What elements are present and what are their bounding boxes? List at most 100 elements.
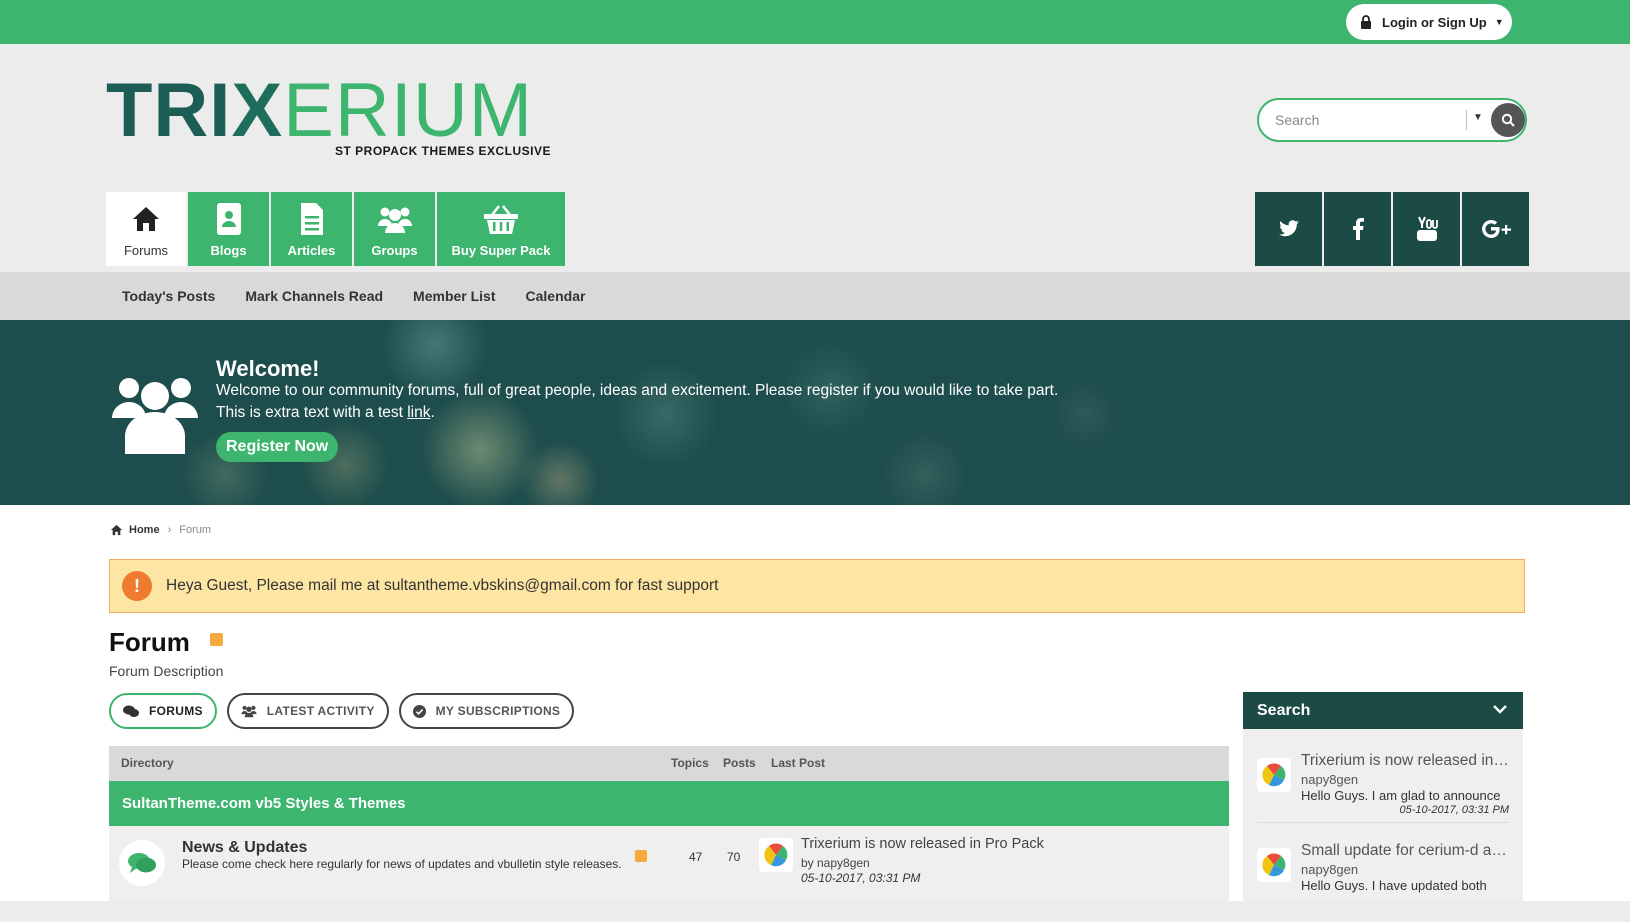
last-post-title[interactable]: Trixerium is now released in Pro Pack bbox=[801, 836, 1044, 852]
forum-tabs: FORUMS LATEST ACTIVITY MY SUBSCRIPTIONS bbox=[109, 693, 584, 729]
channel-header[interactable]: SultanTheme.com vb5 Styles & Themes bbox=[109, 781, 1229, 826]
google-plus-link[interactable] bbox=[1462, 192, 1529, 266]
item-user[interactable]: napy8gen bbox=[1301, 772, 1358, 787]
list-item[interactable]: Trixerium is now released in Pro Pack na… bbox=[1243, 742, 1523, 832]
nav-tab-label: Blogs bbox=[210, 243, 247, 258]
tab-forums[interactable]: FORUMS bbox=[109, 693, 217, 729]
subnav-todays-posts[interactable]: Today's Posts bbox=[122, 288, 215, 304]
nav-tab-forums[interactable]: Forums bbox=[106, 192, 186, 266]
banner-text: Welcome to our community forums, full of… bbox=[216, 382, 1059, 399]
sidebar-search-widget: Search Trixerium is now released in Pro … bbox=[1243, 692, 1523, 901]
social-links bbox=[1253, 192, 1529, 266]
tab-label: LATEST ACTIVITY bbox=[266, 704, 375, 718]
item-message: Hello Guys. I am glad to announce bbox=[1301, 788, 1501, 803]
bokeh-decoration bbox=[520, 440, 600, 505]
logo-wordmark: TRIXERIUM bbox=[106, 68, 534, 153]
tab-my-subscriptions[interactable]: MY SUBSCRIPTIONS bbox=[398, 693, 575, 729]
bokeh-decoration bbox=[610, 360, 720, 470]
item-user[interactable]: napy8gen bbox=[1301, 862, 1358, 877]
register-now-button[interactable]: Register Now bbox=[216, 432, 339, 462]
nav-tab-groups[interactable]: Groups bbox=[354, 192, 435, 266]
home-icon[interactable] bbox=[110, 524, 123, 536]
nav-tab-label: Groups bbox=[371, 243, 418, 258]
nav-tab-buy-super-pack[interactable]: Buy Super Pack bbox=[437, 192, 565, 266]
search-button[interactable] bbox=[1491, 103, 1525, 137]
tab-label: MY SUBSCRIPTIONS bbox=[435, 704, 561, 718]
list-item[interactable]: Small update for cerium-d and others nap… bbox=[1243, 832, 1523, 922]
col-posts: Posts bbox=[723, 756, 756, 770]
banner-title: Welcome! bbox=[216, 356, 320, 381]
forum-name[interactable]: News & Updates bbox=[182, 839, 307, 857]
logo-tagline: ST PROPACK THEMES EXCLUSIVE bbox=[335, 144, 551, 158]
header-search: ▼ bbox=[1257, 98, 1527, 142]
main-nav: Forums Blogs Articles Groups Buy Super P… bbox=[106, 192, 567, 266]
tab-label: FORUMS bbox=[149, 704, 203, 718]
breadcrumb-current: Forum bbox=[179, 524, 212, 536]
top-bar: Login or Sign Up ▼ bbox=[0, 0, 1630, 44]
item-date: 05-10-2017, 03:31 PM bbox=[1399, 804, 1509, 816]
chevron-down-icon[interactable] bbox=[1493, 702, 1507, 716]
main-content: Home › Forum ! Heya Guest, Please mail m… bbox=[0, 505, 1630, 901]
youtube-icon bbox=[1416, 216, 1438, 241]
item-message: Hello Guys. I have updated both bbox=[1301, 878, 1487, 893]
nav-tab-articles[interactable]: Articles bbox=[271, 192, 352, 266]
last-post-date: 05-10-2017, 03:31 PM bbox=[801, 871, 921, 885]
rss-icon[interactable] bbox=[635, 850, 647, 862]
subnav-mark-channels-read[interactable]: Mark Channels Read bbox=[245, 288, 383, 304]
col-topics: Topics bbox=[671, 756, 709, 770]
banner-extra-text: This is extra text with a test link. bbox=[216, 404, 435, 421]
chevron-down-icon: ▼ bbox=[1494, 17, 1504, 27]
page-title: Forum bbox=[109, 627, 190, 657]
search-options-dropdown[interactable]: ▼ bbox=[1473, 112, 1483, 123]
home-icon bbox=[133, 207, 159, 231]
article-icon bbox=[300, 203, 323, 235]
directory-header: Directory Topics Posts Last Post bbox=[109, 746, 1229, 781]
nav-tab-blogs[interactable]: Blogs bbox=[188, 192, 269, 266]
bokeh-decoration bbox=[880, 430, 970, 505]
login-signup-button[interactable]: Login or Sign Up ▼ bbox=[1346, 4, 1512, 40]
site-logo[interactable]: TRIXERIUM ST PROPACK THEMES EXCLUSIVE bbox=[106, 68, 550, 159]
tab-latest-activity[interactable]: LATEST ACTIVITY bbox=[226, 693, 389, 729]
breadcrumb: Home › Forum bbox=[110, 524, 211, 536]
forum-description: Please come check here regularly for new… bbox=[182, 857, 622, 871]
community-icon bbox=[112, 378, 198, 454]
widget-title: Search bbox=[1257, 702, 1311, 719]
login-label: Login or Sign Up bbox=[1382, 14, 1487, 30]
twitter-icon bbox=[1278, 220, 1299, 237]
banner-test-link[interactable]: link bbox=[407, 404, 430, 421]
avatar[interactable] bbox=[759, 838, 793, 872]
nav-tab-label: Articles bbox=[287, 243, 336, 258]
forum-icon bbox=[119, 840, 165, 886]
twitter-link[interactable] bbox=[1255, 192, 1322, 266]
last-post-author[interactable]: by napy8gen bbox=[801, 856, 870, 870]
lock-icon bbox=[1361, 15, 1371, 29]
col-last-post: Last Post bbox=[771, 756, 826, 770]
chat-icon bbox=[123, 705, 139, 717]
notice-text: Heya Guest, Please mail me at sultanthem… bbox=[166, 577, 719, 594]
chevron-right-icon: › bbox=[167, 524, 172, 536]
widget-header[interactable]: Search bbox=[1243, 692, 1523, 729]
search-input[interactable] bbox=[1273, 108, 1463, 132]
youtube-link[interactable] bbox=[1393, 192, 1460, 266]
notice-bar: ! Heya Guest, Please mail me at sultanth… bbox=[109, 559, 1525, 613]
sub-navigation: Today's Posts Mark Channels Read Member … bbox=[0, 272, 1630, 320]
rss-icon[interactable] bbox=[210, 633, 223, 646]
divider bbox=[1257, 822, 1509, 823]
facebook-icon bbox=[1352, 218, 1364, 240]
search-divider bbox=[1466, 110, 1467, 130]
breadcrumb-home[interactable]: Home bbox=[129, 524, 160, 536]
subnav-calendar[interactable]: Calendar bbox=[526, 288, 586, 304]
subnav-member-list[interactable]: Member List bbox=[413, 288, 495, 304]
groups-icon bbox=[241, 705, 257, 718]
search-icon bbox=[1501, 113, 1515, 127]
item-title[interactable]: Trixerium is now released in Pro Pack bbox=[1301, 752, 1513, 770]
check-circle-icon bbox=[412, 704, 426, 718]
item-title[interactable]: Small update for cerium-d and others bbox=[1301, 842, 1513, 860]
post-count: 70 bbox=[727, 850, 741, 864]
basket-icon bbox=[484, 205, 518, 234]
forum-row: News & Updates Please come check here re… bbox=[109, 826, 1229, 901]
facebook-link[interactable] bbox=[1324, 192, 1391, 266]
chat-icon bbox=[128, 853, 156, 873]
groups-icon bbox=[377, 207, 412, 233]
welcome-banner: Welcome! Welcome to our community forums… bbox=[0, 320, 1630, 505]
